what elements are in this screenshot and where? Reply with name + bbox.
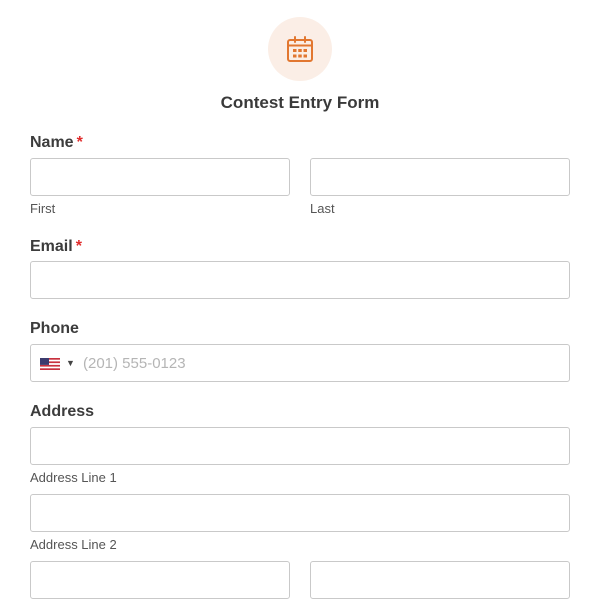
address-line-2-sublabel: Address Line 2 xyxy=(30,537,117,552)
calendar-icon xyxy=(287,36,313,62)
email-label: Email * xyxy=(30,238,82,256)
first-name-field[interactable] xyxy=(30,158,290,196)
form-header-badge xyxy=(268,17,332,81)
country-dropdown-caret-icon[interactable]: ▼ xyxy=(66,358,75,368)
phone-placeholder: (201) 555-0123 xyxy=(83,355,186,372)
city-field[interactable] xyxy=(30,561,290,599)
address-line-1-field[interactable] xyxy=(30,427,570,465)
email-field[interactable] xyxy=(30,261,570,299)
email-label-text: Email xyxy=(30,238,73,255)
required-marker: * xyxy=(76,134,83,151)
name-label: Name * xyxy=(30,134,83,152)
form-title: Contest Entry Form xyxy=(220,93,380,112)
phone-label: Phone xyxy=(30,320,79,337)
address-line-2-field[interactable] xyxy=(30,494,570,532)
state-field[interactable] xyxy=(310,561,570,599)
last-name-field[interactable] xyxy=(310,158,570,196)
contest-entry-form: Contest Entry Form Name * First Last Emai… xyxy=(0,0,600,600)
us-flag-icon[interactable] xyxy=(40,358,60,370)
last-name-sublabel: Last xyxy=(310,201,335,216)
phone-field[interactable]: ▼ (201) 555-0123 xyxy=(30,344,570,382)
address-label: Address xyxy=(30,403,95,420)
name-label-text: Name xyxy=(30,134,74,151)
address-line-1-sublabel: Address Line 1 xyxy=(30,470,117,485)
required-marker: * xyxy=(75,238,82,255)
first-name-sublabel: First xyxy=(30,201,56,216)
